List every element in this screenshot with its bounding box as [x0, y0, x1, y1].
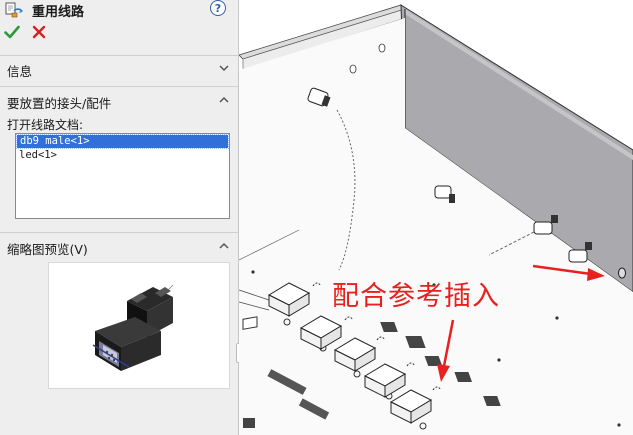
- property-manager-panel: 重用线路 ? 信息 要放置的接头/配件 打开线路文档: db9 male<1> …: [0, 0, 239, 435]
- assembly-model[interactable]: [239, 0, 633, 435]
- property-manager-header: 重用线路 ?: [0, 0, 238, 20]
- divider: [0, 232, 238, 233]
- chevron-up-icon[interactable]: [218, 240, 230, 252]
- section-preview-title: 缩略图预览(V): [7, 242, 88, 257]
- section-info-title: 信息: [7, 64, 33, 79]
- annotation-text: 配合参考插入: [332, 281, 500, 312]
- list-item[interactable]: db9 male<1>: [16, 134, 229, 149]
- open-documents-label: 打开线路文档:: [7, 118, 84, 132]
- section-components-header[interactable]: 要放置的接头/配件: [0, 90, 238, 112]
- help-icon[interactable]: ?: [210, 0, 226, 16]
- divider: [0, 86, 238, 87]
- route-reuse-icon: [5, 2, 23, 18]
- list-item[interactable]: led<1>: [16, 149, 229, 162]
- graphics-viewport[interactable]: [239, 0, 633, 435]
- section-info-header[interactable]: 信息: [0, 58, 238, 80]
- section-preview-header[interactable]: 缩略图预览(V): [0, 236, 238, 258]
- db9-connector-thumbnail: [92, 284, 174, 371]
- ok-button[interactable]: [4, 24, 20, 40]
- cancel-button[interactable]: [32, 25, 46, 39]
- page-title: 重用线路: [32, 5, 85, 20]
- section-components-title: 要放置的接头/配件: [7, 96, 112, 111]
- chevron-up-icon[interactable]: [218, 94, 230, 106]
- open-documents-listbox[interactable]: db9 male<1> led<1>: [15, 133, 230, 219]
- thumbnail-preview: [48, 262, 230, 389]
- divider: [0, 55, 238, 56]
- chevron-down-icon[interactable]: [218, 62, 230, 74]
